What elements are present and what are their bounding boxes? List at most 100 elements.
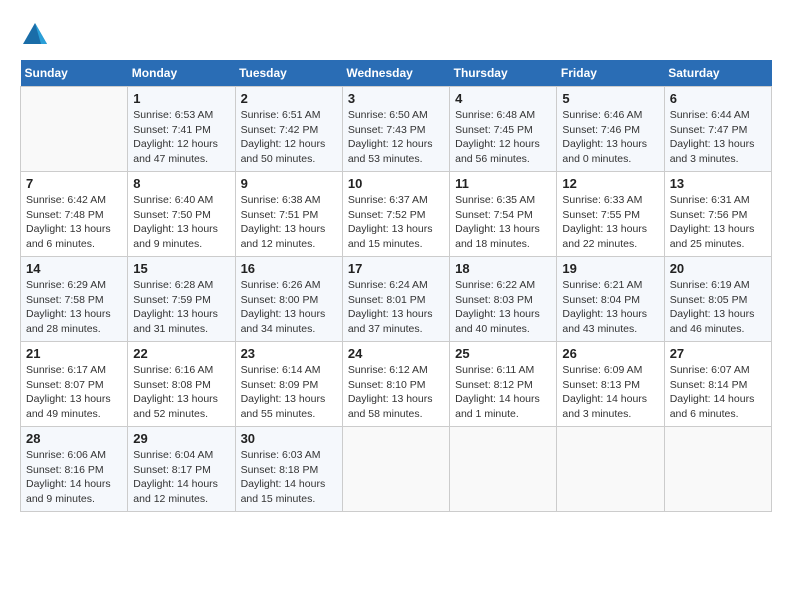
day-number: 19 [562, 261, 658, 276]
calendar-cell: 28 Sunrise: 6:06 AMSunset: 8:16 PMDayligh… [21, 427, 128, 512]
day-info: Sunrise: 6:53 AMSunset: 7:41 PMDaylight:… [133, 108, 229, 167]
day-number: 23 [241, 346, 337, 361]
calendar-week-row: 28 Sunrise: 6:06 AMSunset: 8:16 PMDayligh… [21, 427, 772, 512]
day-number: 9 [241, 176, 337, 191]
day-number: 4 [455, 91, 551, 106]
calendar-cell: 6 Sunrise: 6:44 AMSunset: 7:47 PMDaylight… [664, 87, 771, 172]
day-number: 7 [26, 176, 122, 191]
calendar-cell: 15 Sunrise: 6:28 AMSunset: 7:59 PMDayligh… [128, 257, 235, 342]
day-header-friday: Friday [557, 60, 664, 87]
day-info: Sunrise: 6:11 AMSunset: 8:12 PMDaylight:… [455, 363, 551, 422]
calendar-cell: 12Sunrise: 6:33 AMSunset: 7:55 PMDayligh… [557, 172, 664, 257]
day-number: 29 [133, 431, 229, 446]
day-info: Sunrise: 6:44 AMSunset: 7:47 PMDaylight:… [670, 108, 766, 167]
calendar-cell [342, 427, 449, 512]
day-info: Sunrise: 6:19 AMSunset: 8:05 PMDaylight:… [670, 278, 766, 337]
day-info: Sunrise: 6:16 AMSunset: 8:08 PMDaylight:… [133, 363, 229, 422]
day-number: 12 [562, 176, 658, 191]
calendar-cell: 5 Sunrise: 6:46 AMSunset: 7:46 PMDaylight… [557, 87, 664, 172]
day-info: Sunrise: 6:14 AMSunset: 8:09 PMDaylight:… [241, 363, 337, 422]
day-info: Sunrise: 6:06 AMSunset: 8:16 PMDaylight:… [26, 448, 122, 507]
calendar-cell: 7 Sunrise: 6:42 AMSunset: 7:48 PMDaylight… [21, 172, 128, 257]
calendar-table: SundayMondayTuesdayWednesdayThursdayFrid… [20, 60, 772, 512]
day-info: Sunrise: 6:21 AMSunset: 8:04 PMDaylight:… [562, 278, 658, 337]
calendar-cell: 29 Sunrise: 6:04 AMSunset: 8:17 PMDayligh… [128, 427, 235, 512]
day-info: Sunrise: 6:50 AMSunset: 7:43 PMDaylight:… [348, 108, 444, 167]
day-info: Sunrise: 6:17 AMSunset: 8:07 PMDaylight:… [26, 363, 122, 422]
day-header-monday: Monday [128, 60, 235, 87]
calendar-cell: 27 Sunrise: 6:07 AMSunset: 8:14 PMDayligh… [664, 342, 771, 427]
day-info: Sunrise: 6:12 AMSunset: 8:10 PMDaylight:… [348, 363, 444, 422]
day-number: 30 [241, 431, 337, 446]
calendar-cell: 8Sunrise: 6:40 AMSunset: 7:50 PMDaylight… [128, 172, 235, 257]
calendar-cell: 30 Sunrise: 6:03 AMSunset: 8:18 PMDayligh… [235, 427, 342, 512]
day-number: 28 [26, 431, 122, 446]
day-header-thursday: Thursday [450, 60, 557, 87]
calendar-cell: 23 Sunrise: 6:14 AMSunset: 8:09 PMDayligh… [235, 342, 342, 427]
day-info: Sunrise: 6:29 AMSunset: 7:58 PMDaylight:… [26, 278, 122, 337]
calendar-header-row: SundayMondayTuesdayWednesdayThursdayFrid… [21, 60, 772, 87]
day-number: 15 [133, 261, 229, 276]
calendar-cell: 10 Sunrise: 6:37 AMSunset: 7:52 PMDayligh… [342, 172, 449, 257]
day-info: Sunrise: 6:48 AMSunset: 7:45 PMDaylight:… [455, 108, 551, 167]
calendar-cell: 3 Sunrise: 6:50 AMSunset: 7:43 PMDaylight… [342, 87, 449, 172]
day-number: 18 [455, 261, 551, 276]
calendar-week-row: 21Sunrise: 6:17 AMSunset: 8:07 PMDayligh… [21, 342, 772, 427]
calendar-cell: 25 Sunrise: 6:11 AMSunset: 8:12 PMDayligh… [450, 342, 557, 427]
calendar-cell: 14 Sunrise: 6:29 AMSunset: 7:58 PMDayligh… [21, 257, 128, 342]
day-number: 27 [670, 346, 766, 361]
calendar-cell [557, 427, 664, 512]
calendar-cell [450, 427, 557, 512]
logo [20, 20, 54, 50]
day-number: 20 [670, 261, 766, 276]
logo-icon [20, 20, 50, 50]
day-number: 3 [348, 91, 444, 106]
calendar-cell: 2 Sunrise: 6:51 AMSunset: 7:42 PMDaylight… [235, 87, 342, 172]
day-info: Sunrise: 6:51 AMSunset: 7:42 PMDaylight:… [241, 108, 337, 167]
day-number: 2 [241, 91, 337, 106]
calendar-week-row: 1Sunrise: 6:53 AMSunset: 7:41 PMDaylight… [21, 87, 772, 172]
day-header-saturday: Saturday [664, 60, 771, 87]
day-info: Sunrise: 6:37 AMSunset: 7:52 PMDaylight:… [348, 193, 444, 252]
calendar-cell: 9 Sunrise: 6:38 AMSunset: 7:51 PMDaylight… [235, 172, 342, 257]
day-info: Sunrise: 6:38 AMSunset: 7:51 PMDaylight:… [241, 193, 337, 252]
day-number: 10 [348, 176, 444, 191]
day-info: Sunrise: 6:04 AMSunset: 8:17 PMDaylight:… [133, 448, 229, 507]
calendar-cell: 24 Sunrise: 6:12 AMSunset: 8:10 PMDayligh… [342, 342, 449, 427]
day-number: 5 [562, 91, 658, 106]
day-number: 22 [133, 346, 229, 361]
calendar-cell: 17 Sunrise: 6:24 AMSunset: 8:01 PMDayligh… [342, 257, 449, 342]
day-info: Sunrise: 6:28 AMSunset: 7:59 PMDaylight:… [133, 278, 229, 337]
calendar-cell [21, 87, 128, 172]
day-number: 8 [133, 176, 229, 191]
day-number: 17 [348, 261, 444, 276]
day-header-sunday: Sunday [21, 60, 128, 87]
day-info: Sunrise: 6:24 AMSunset: 8:01 PMDaylight:… [348, 278, 444, 337]
day-number: 11 [455, 176, 551, 191]
day-number: 24 [348, 346, 444, 361]
day-number: 14 [26, 261, 122, 276]
calendar-cell: 4 Sunrise: 6:48 AMSunset: 7:45 PMDaylight… [450, 87, 557, 172]
calendar-week-row: 14 Sunrise: 6:29 AMSunset: 7:58 PMDayligh… [21, 257, 772, 342]
day-number: 25 [455, 346, 551, 361]
calendar-cell [664, 427, 771, 512]
day-info: Sunrise: 6:09 AMSunset: 8:13 PMDaylight:… [562, 363, 658, 422]
calendar-cell: 1Sunrise: 6:53 AMSunset: 7:41 PMDaylight… [128, 87, 235, 172]
calendar-cell: 18 Sunrise: 6:22 AMSunset: 8:03 PMDayligh… [450, 257, 557, 342]
calendar-cell: 22 Sunrise: 6:16 AMSunset: 8:08 PMDayligh… [128, 342, 235, 427]
day-info: Sunrise: 6:31 AMSunset: 7:56 PMDaylight:… [670, 193, 766, 252]
calendar-week-row: 7 Sunrise: 6:42 AMSunset: 7:48 PMDaylight… [21, 172, 772, 257]
day-info: Sunrise: 6:35 AMSunset: 7:54 PMDaylight:… [455, 193, 551, 252]
day-info: Sunrise: 6:46 AMSunset: 7:46 PMDaylight:… [562, 108, 658, 167]
day-info: Sunrise: 6:07 AMSunset: 8:14 PMDaylight:… [670, 363, 766, 422]
day-info: Sunrise: 6:03 AMSunset: 8:18 PMDaylight:… [241, 448, 337, 507]
calendar-cell: 26Sunrise: 6:09 AMSunset: 8:13 PMDayligh… [557, 342, 664, 427]
day-info: Sunrise: 6:22 AMSunset: 8:03 PMDaylight:… [455, 278, 551, 337]
day-info: Sunrise: 6:26 AMSunset: 8:00 PMDaylight:… [241, 278, 337, 337]
calendar-cell: 19 Sunrise: 6:21 AMSunset: 8:04 PMDayligh… [557, 257, 664, 342]
day-number: 13 [670, 176, 766, 191]
day-number: 6 [670, 91, 766, 106]
calendar-cell: 20 Sunrise: 6:19 AMSunset: 8:05 PMDayligh… [664, 257, 771, 342]
day-info: Sunrise: 6:42 AMSunset: 7:48 PMDaylight:… [26, 193, 122, 252]
day-number: 16 [241, 261, 337, 276]
